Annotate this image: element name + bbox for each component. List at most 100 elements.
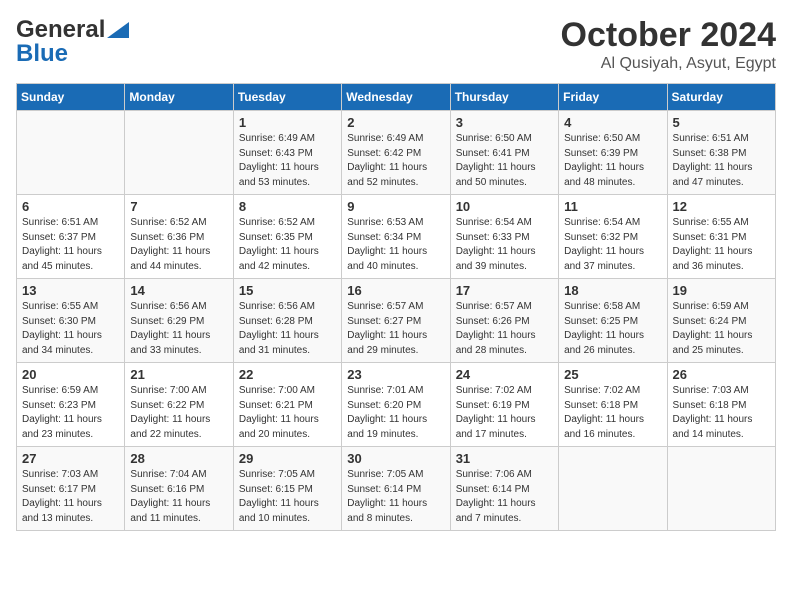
day-number: 20: [22, 367, 119, 382]
cell-detail: Sunrise: 7:04 AMSunset: 6:16 PMDaylight:…: [130, 468, 227, 526]
day-number: 7: [130, 199, 227, 214]
day-number: 28: [130, 451, 227, 466]
week-row-1: 1 Sunrise: 6:49 AMSunset: 6:43 PMDaylight…: [17, 111, 776, 195]
cell-detail: Sunrise: 6:51 AMSunset: 6:38 PMDaylight:…: [673, 132, 770, 190]
calendar-cell: 16Sunrise: 6:57 AMSunset: 6:27 PMDayligh…: [342, 279, 450, 363]
logo-blue: Blue: [16, 40, 68, 68]
calendar-cell: 27Sunrise: 7:03 AMSunset: 6:17 PMDayligh…: [17, 447, 125, 531]
location: Al Qusiyah, Asyut, Egypt: [561, 55, 776, 73]
day-number: 17: [456, 283, 553, 298]
calendar-cell: 11 Sunrise: 6:54 AMSunset: 6:32 PMDayligh…: [559, 195, 667, 279]
cell-detail: Sunrise: 7:00 AMSunset: 6:21 PMDaylight:…: [239, 384, 336, 442]
day-number: 29: [239, 451, 336, 466]
day-header-tuesday: Tuesday: [233, 84, 341, 111]
calendar-cell: 8Sunrise: 6:52 AMSunset: 6:35 PMDaylight…: [233, 195, 341, 279]
day-header-sunday: Sunday: [17, 84, 125, 111]
calendar-cell: 4Sunrise: 6:50 AMSunset: 6:39 PMDaylight…: [559, 111, 667, 195]
day-number: 3: [456, 115, 553, 130]
week-row-3: 13 Sunrise: 6:55 AMSunset: 6:30 PMDayligh…: [17, 279, 776, 363]
cell-detail: Sunrise: 6:59 AMSunset: 6:24 PMDaylight:…: [673, 300, 770, 358]
day-number: 25: [564, 367, 661, 382]
day-number: 27: [22, 451, 119, 466]
calendar-cell: 14 Sunrise: 6:56 AMSunset: 6:29 PMDayligh…: [125, 279, 233, 363]
cell-detail: Sunrise: 7:05 AMSunset: 6:14 PMDaylight:…: [347, 468, 444, 526]
day-number: 2: [347, 115, 444, 130]
cell-detail: Sunrise: 6:49 AMSunset: 6:43 PMDaylight:…: [239, 132, 336, 190]
logo: General Blue: [16, 16, 131, 68]
day-number: 9: [347, 199, 444, 214]
calendar-cell: 13 Sunrise: 6:55 AMSunset: 6:30 PMDayligh…: [17, 279, 125, 363]
title-block: October 2024 Al Qusiyah, Asyut, Egypt: [561, 16, 776, 73]
cell-detail: Sunrise: 6:54 AMSunset: 6:32 PMDaylight:…: [564, 216, 661, 274]
calendar-cell: 17 Sunrise: 6:57 AMSunset: 6:26 PMDayligh…: [450, 279, 558, 363]
day-number: 15: [239, 283, 336, 298]
calendar-cell: 25 Sunrise: 7:02 AMSunset: 6:18 PMDayligh…: [559, 363, 667, 447]
cell-detail: Sunrise: 6:56 AMSunset: 6:28 PMDaylight:…: [239, 300, 336, 358]
cell-detail: Sunrise: 7:00 AMSunset: 6:22 PMDaylight:…: [130, 384, 227, 442]
cell-detail: Sunrise: 6:52 AMSunset: 6:36 PMDaylight:…: [130, 216, 227, 274]
calendar-cell: 3 Sunrise: 6:50 AMSunset: 6:41 PMDaylight…: [450, 111, 558, 195]
day-header-thursday: Thursday: [450, 84, 558, 111]
day-number: 12: [673, 199, 770, 214]
day-number: 1: [239, 115, 336, 130]
week-row-4: 20Sunrise: 6:59 AMSunset: 6:23 PMDayligh…: [17, 363, 776, 447]
calendar-table: SundayMondayTuesdayWednesdayThursdayFrid…: [16, 83, 776, 531]
cell-detail: Sunrise: 6:58 AMSunset: 6:25 PMDaylight:…: [564, 300, 661, 358]
calendar-cell: 31 Sunrise: 7:06 AMSunset: 6:14 PMDayligh…: [450, 447, 558, 531]
day-header-wednesday: Wednesday: [342, 84, 450, 111]
cell-detail: Sunrise: 6:57 AMSunset: 6:26 PMDaylight:…: [456, 300, 553, 358]
cell-detail: Sunrise: 6:50 AMSunset: 6:41 PMDaylight:…: [456, 132, 553, 190]
cell-detail: Sunrise: 7:02 AMSunset: 6:18 PMDaylight:…: [564, 384, 661, 442]
calendar-cell: 5 Sunrise: 6:51 AMSunset: 6:38 PMDaylight…: [667, 111, 775, 195]
day-number: 11: [564, 199, 661, 214]
calendar-cell: 29 Sunrise: 7:05 AMSunset: 6:15 PMDayligh…: [233, 447, 341, 531]
calendar-cell: 26 Sunrise: 7:03 AMSunset: 6:18 PMDayligh…: [667, 363, 775, 447]
calendar-cell: 6 Sunrise: 6:51 AMSunset: 6:37 PMDaylight…: [17, 195, 125, 279]
day-number: 26: [673, 367, 770, 382]
cell-detail: Sunrise: 6:53 AMSunset: 6:34 PMDaylight:…: [347, 216, 444, 274]
calendar-cell: 15 Sunrise: 6:56 AMSunset: 6:28 PMDayligh…: [233, 279, 341, 363]
cell-detail: Sunrise: 6:49 AMSunset: 6:42 PMDaylight:…: [347, 132, 444, 190]
day-number: 14: [130, 283, 227, 298]
calendar-cell: 18 Sunrise: 6:58 AMSunset: 6:25 PMDayligh…: [559, 279, 667, 363]
cell-detail: Sunrise: 6:54 AMSunset: 6:33 PMDaylight:…: [456, 216, 553, 274]
week-row-2: 6 Sunrise: 6:51 AMSunset: 6:37 PMDaylight…: [17, 195, 776, 279]
cell-detail: Sunrise: 6:56 AMSunset: 6:29 PMDaylight:…: [130, 300, 227, 358]
calendar-cell: [17, 111, 125, 195]
logo-icon: [107, 22, 129, 38]
calendar-cell: [667, 447, 775, 531]
week-row-5: 27Sunrise: 7:03 AMSunset: 6:17 PMDayligh…: [17, 447, 776, 531]
cell-detail: Sunrise: 6:55 AMSunset: 6:31 PMDaylight:…: [673, 216, 770, 274]
day-number: 5: [673, 115, 770, 130]
day-number: 16: [347, 283, 444, 298]
calendar-cell: 21 Sunrise: 7:00 AMSunset: 6:22 PMDayligh…: [125, 363, 233, 447]
day-header-saturday: Saturday: [667, 84, 775, 111]
day-number: 18: [564, 283, 661, 298]
day-number: 13: [22, 283, 119, 298]
day-header-monday: Monday: [125, 84, 233, 111]
day-number: 24: [456, 367, 553, 382]
calendar-cell: 23Sunrise: 7:01 AMSunset: 6:20 PMDayligh…: [342, 363, 450, 447]
cell-detail: Sunrise: 7:05 AMSunset: 6:15 PMDaylight:…: [239, 468, 336, 526]
calendar-cell: [125, 111, 233, 195]
day-number: 22: [239, 367, 336, 382]
day-number: 4: [564, 115, 661, 130]
calendar-cell: 2 Sunrise: 6:49 AMSunset: 6:42 PMDaylight…: [342, 111, 450, 195]
cell-detail: Sunrise: 7:03 AMSunset: 6:18 PMDaylight:…: [673, 384, 770, 442]
cell-detail: Sunrise: 6:52 AMSunset: 6:35 PMDaylight:…: [239, 216, 336, 274]
calendar-cell: 24 Sunrise: 7:02 AMSunset: 6:19 PMDayligh…: [450, 363, 558, 447]
calendar-cell: 30Sunrise: 7:05 AMSunset: 6:14 PMDayligh…: [342, 447, 450, 531]
day-number: 31: [456, 451, 553, 466]
cell-detail: Sunrise: 6:55 AMSunset: 6:30 PMDaylight:…: [22, 300, 119, 358]
calendar-cell: 19Sunrise: 6:59 AMSunset: 6:24 PMDayligh…: [667, 279, 775, 363]
day-number: 23: [347, 367, 444, 382]
calendar-cell: 28 Sunrise: 7:04 AMSunset: 6:16 PMDayligh…: [125, 447, 233, 531]
calendar-cell: 1 Sunrise: 6:49 AMSunset: 6:43 PMDaylight…: [233, 111, 341, 195]
day-number: 6: [22, 199, 119, 214]
calendar-cell: 10Sunrise: 6:54 AMSunset: 6:33 PMDayligh…: [450, 195, 558, 279]
cell-detail: Sunrise: 7:06 AMSunset: 6:14 PMDaylight:…: [456, 468, 553, 526]
calendar-cell: 9 Sunrise: 6:53 AMSunset: 6:34 PMDaylight…: [342, 195, 450, 279]
cell-detail: Sunrise: 6:51 AMSunset: 6:37 PMDaylight:…: [22, 216, 119, 274]
cell-detail: Sunrise: 7:02 AMSunset: 6:19 PMDaylight:…: [456, 384, 553, 442]
day-number: 21: [130, 367, 227, 382]
